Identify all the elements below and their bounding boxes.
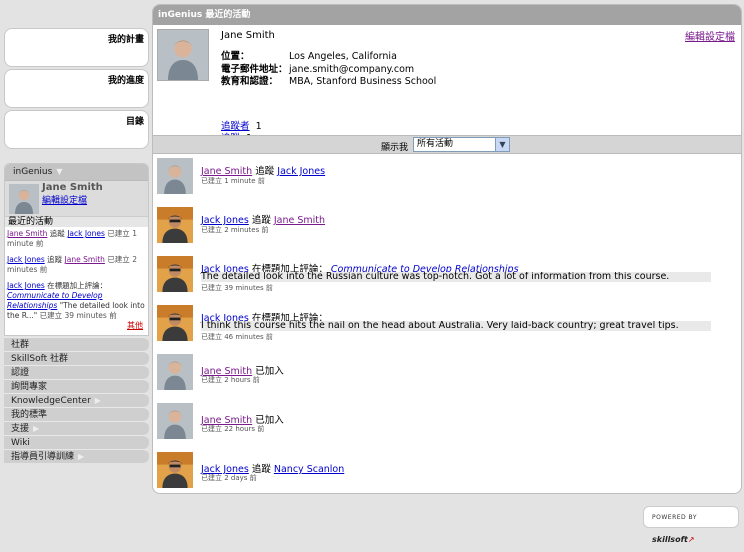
followers-count: 1 — [255, 121, 262, 132]
verb-text: 在標題加上評論： — [47, 281, 108, 290]
timestamp: 已建立 2 hours 前 — [201, 376, 260, 384]
list-item: Jack Jones 在標題加上評論： Communicate to Devel… — [153, 253, 741, 302]
list-item: Jack Jones 在標題加上評論： I think this course … — [153, 302, 741, 351]
my-progress-label[interactable]: 我的進度 — [108, 73, 144, 86]
mini-edit-profile-link[interactable]: 編輯設定檔 — [42, 193, 87, 206]
edit-profile-link[interactable]: 編輯設定檔 — [685, 28, 735, 43]
list-item: Jane Smith 已加入 已建立 22 hours 前 — [153, 400, 741, 449]
target-link[interactable]: Jane Smith — [274, 215, 325, 226]
timestamp: 已建立 1 minute 前 — [201, 177, 265, 185]
ingenius-panel: inGenius ▼ Jane Smith 編輯設定檔 最近的活動 Jane Sm… — [4, 163, 149, 336]
list-item: Jack Jones 追蹤 Nancy Scanlon 已建立 2 days 前 — [153, 449, 741, 494]
list-item: Jack Jones 在標題加上評論： Communicate to Devel… — [5, 279, 148, 335]
avatar[interactable] — [156, 256, 194, 292]
comment-text: I think this course hits the nail on the… — [201, 321, 711, 331]
followers-link[interactable]: 追蹤者 — [221, 121, 250, 132]
activity-feed: Jane Smith 追蹤 Jack Jones 已建立 1 minute 前 … — [153, 155, 741, 494]
education-value: MBA, Stanford Business School — [289, 76, 437, 87]
show-me-label: 顯示我 — [381, 143, 409, 153]
filter-bar: 顯示我 所有活動 ▼ — [153, 135, 741, 154]
avatar[interactable] — [156, 403, 194, 439]
sidebar-item-label: KnowledgeCenter — [11, 396, 91, 406]
avatar[interactable] — [157, 29, 209, 81]
ingenius-title: inGenius — [13, 167, 53, 177]
target-link[interactable]: Jack Jones — [277, 166, 325, 177]
sidebar-item-my-standards[interactable]: 我的標準 — [4, 407, 149, 421]
chevron-down-icon[interactable]: ▼ — [495, 138, 509, 151]
list-item: Jane Smith 已加入 已建立 2 hours 前 — [153, 351, 741, 400]
more-link[interactable]: 其他 — [7, 321, 146, 331]
profile-facts: 位置： Los Angeles, California 電子郵件地址：jane.s… — [221, 51, 436, 89]
actor-link[interactable]: Jack Jones — [7, 281, 45, 290]
left-sidebar: 我的計畫 我的進度 目錄 inGenius ▼ Jane Smith 編輯設定檔 … — [4, 28, 149, 463]
my-progress-box[interactable]: 我的進度 — [4, 69, 149, 108]
catalog-box[interactable]: 目錄 — [4, 110, 149, 149]
main-panel: inGenius 最近的活動 Jane Smith 編輯設定檔 位置： Los A… — [152, 4, 742, 494]
sidebar-item-label: 支援 — [11, 424, 30, 434]
location-value: Los Angeles, California — [289, 51, 397, 62]
timestamp: 已建立 39 minutes 前 — [39, 311, 117, 320]
mini-profile: Jane Smith 編輯設定檔 — [5, 180, 148, 216]
sidebar-item-label: 指導員引導訓練 — [11, 452, 75, 462]
avatar[interactable] — [156, 354, 194, 390]
sidebar-item-certification[interactable]: 認證 — [4, 365, 149, 379]
email-value: jane.smith@company.com — [289, 63, 415, 75]
powered-by-text: POWERED BY — [652, 514, 698, 521]
page-title: inGenius 最近的活動 — [153, 5, 741, 25]
mini-profile-name: Jane Smith — [42, 182, 103, 193]
sidebar-item-knowledgecenter[interactable]: KnowledgeCenter ▶ — [4, 393, 149, 407]
sidebar-item-skillsoft-community[interactable]: SkillSoft 社群 — [4, 351, 149, 365]
avatar[interactable] — [156, 305, 194, 341]
chevron-right-icon: ▶ — [33, 424, 40, 433]
avatar[interactable] — [156, 207, 194, 243]
verb-text: 追蹤 — [49, 229, 65, 238]
comment-text: The detailed look into the Russian cultu… — [201, 272, 711, 282]
avatar[interactable] — [156, 452, 194, 488]
list-item: Jane Smith 追蹤 Jack Jones 已建立 1 minute 前 — [5, 227, 148, 253]
sidebar-item-wiki[interactable]: Wiki — [4, 435, 149, 449]
timestamp: 已建立 2 minutes 前 — [201, 226, 269, 234]
avatar[interactable] — [8, 184, 40, 214]
my-plan-box[interactable]: 我的計畫 — [4, 28, 149, 67]
sidebar-nav: 社群 SkillSoft 社群 認證 詢問專家 KnowledgeCenter ▶… — [4, 337, 149, 463]
education-label: 教育和認證： — [221, 76, 279, 87]
sidebar-item-support[interactable]: 支援 ▶ — [4, 421, 149, 435]
ingenius-panel-header[interactable]: inGenius ▼ — [5, 164, 148, 180]
verb-text: 追蹤 — [47, 255, 63, 264]
sidebar-item-instructor-led[interactable]: 指導員引導訓練 ▶ — [4, 449, 149, 463]
chevron-right-icon: ▶ — [94, 396, 101, 405]
timestamp: 已建立 39 minutes 前 — [201, 284, 273, 292]
activity-filter-value: 所有活動 — [417, 139, 454, 149]
timestamp: 已建立 2 days 前 — [201, 474, 257, 482]
catalog-label[interactable]: 目錄 — [126, 114, 144, 127]
chevron-down-icon[interactable]: ▼ — [56, 167, 62, 176]
recent-activity-title: 最近的活動 — [5, 216, 148, 227]
my-plan-label[interactable]: 我的計畫 — [108, 32, 144, 45]
chevron-right-icon: ▶ — [78, 452, 85, 461]
sidebar-item-ask-expert[interactable]: 詢問專家 — [4, 379, 149, 393]
list-item: Jack Jones 追蹤 Jane Smith 已建立 2 minutes 前 — [5, 253, 148, 279]
powered-by-badge[interactable]: POWERED BY skillsoft↗ — [643, 506, 739, 544]
actor-link[interactable]: Jack Jones — [7, 255, 45, 264]
avatar[interactable] — [156, 158, 194, 194]
list-item: Jack Jones 追蹤 Jane Smith 已建立 2 minutes 前 — [153, 204, 741, 253]
profile-name: Jane Smith — [221, 30, 275, 41]
email-label: 電子郵件地址： — [221, 63, 288, 75]
timestamp: 已建立 22 hours 前 — [201, 425, 265, 433]
list-item: Jane Smith 追蹤 Jack Jones 已建立 1 minute 前 — [153, 155, 741, 204]
profile-section: Jane Smith 編輯設定檔 位置： Los Angeles, Califor… — [153, 25, 741, 144]
timestamp: 已建立 46 minutes 前 — [201, 333, 273, 341]
sidebar-item-community[interactable]: 社群 — [4, 337, 149, 351]
target-link[interactable]: Jack Jones — [67, 229, 105, 238]
location-label: 位置： — [221, 51, 250, 62]
activity-filter-select[interactable]: 所有活動 ▼ — [413, 137, 510, 152]
target-link[interactable]: Nancy Scanlon — [274, 464, 344, 475]
actor-link[interactable]: Jane Smith — [7, 229, 47, 238]
target-link[interactable]: Jane Smith — [65, 255, 105, 264]
